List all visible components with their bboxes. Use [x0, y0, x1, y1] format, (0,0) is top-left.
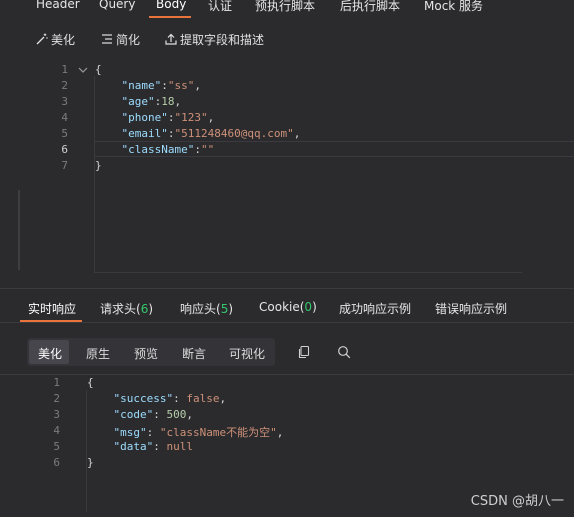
list-icon — [102, 34, 112, 44]
tab-pre-script[interactable]: 预执行脚本 — [255, 0, 315, 15]
search-icon[interactable] — [337, 345, 351, 359]
line-number: 5 — [61, 127, 68, 140]
extract-fields-button[interactable]: 提取字段和描述 — [165, 31, 264, 48]
tab-header[interactable]: Header — [36, 0, 80, 15]
request-body-line[interactable]: "className":"" — [95, 143, 215, 156]
response-body-line: "data": null — [113, 440, 194, 453]
editor-resize-handle[interactable] — [18, 190, 20, 270]
close-paren: ) — [228, 302, 234, 316]
tab-request-headers-label: 请求头( — [100, 302, 141, 316]
tab-error-example[interactable]: 错误响应示例 — [435, 300, 507, 317]
line-number: 3 — [61, 95, 68, 108]
watermark: CSDN @胡八一 — [470, 494, 564, 509]
response-body-line: "code": 500, — [113, 408, 194, 421]
line-number: 7 — [61, 159, 68, 172]
response-body-line: "success": false, — [113, 392, 227, 405]
line-number: 3 — [53, 408, 60, 421]
response-view-switch: 美化 原生 预览 断言 可视化 — [27, 338, 275, 366]
tab-request-headers[interactable]: 请求头(6) — [100, 300, 153, 317]
close-paren: ) — [312, 300, 317, 314]
view-visualize[interactable]: 可视化 — [229, 345, 265, 362]
tab-cookie-label: Cookie( — [259, 300, 305, 314]
request-body-line[interactable]: } — [95, 159, 102, 172]
response-body-line: } — [87, 456, 94, 469]
response-body-line: { — [87, 376, 94, 389]
response-body-line: "msg": "className不能为空", — [113, 426, 284, 439]
fold-chevron-icon[interactable] — [77, 65, 89, 75]
request-body-line[interactable]: "email":"511248460@qq.com", — [95, 127, 301, 140]
line-number: 4 — [61, 111, 68, 124]
line-number: 2 — [61, 79, 68, 92]
simplify-label: 简化 — [116, 33, 141, 47]
line-number: 2 — [53, 392, 60, 405]
upload-icon — [165, 33, 177, 45]
tab-body[interactable]: Body — [156, 0, 186, 15]
panel-divider[interactable] — [0, 288, 574, 289]
tab-cookie[interactable]: Cookie(0) — [259, 300, 317, 314]
beautify-button[interactable]: 美化 — [36, 31, 75, 48]
simplify-button[interactable]: 简化 — [101, 31, 140, 48]
active-tab-indicator — [149, 16, 191, 18]
tab-response-headers[interactable]: 响应头(5) — [180, 300, 233, 317]
line-number-active: 6 — [61, 143, 68, 156]
line-number: 1 — [53, 376, 60, 389]
view-beautify[interactable]: 美化 — [38, 345, 62, 362]
line-number: 5 — [53, 440, 60, 453]
tab-query[interactable]: Query — [99, 0, 135, 15]
line-number: 4 — [53, 424, 60, 437]
request-body-line[interactable]: "name":"ss", — [95, 79, 202, 92]
request-body-line[interactable]: { — [95, 63, 102, 76]
response-tabs-border — [0, 322, 574, 323]
editor-bottom-border — [94, 272, 522, 273]
tab-auth[interactable]: 认证 — [208, 0, 232, 15]
beautify-label: 美化 — [51, 33, 76, 47]
view-assert[interactable]: 断言 — [182, 345, 206, 362]
tab-response-headers-label: 响应头( — [180, 302, 221, 316]
tab-post-script[interactable]: 后执行脚本 — [340, 0, 400, 15]
close-paren: ) — [148, 302, 154, 316]
line-number: 1 — [61, 63, 68, 76]
tab-realtime-response[interactable]: 实时响应 — [28, 300, 76, 317]
cookie-count: 0 — [304, 300, 313, 314]
tab-success-example[interactable]: 成功响应示例 — [339, 300, 411, 317]
view-preview[interactable]: 预览 — [134, 345, 158, 362]
copy-icon[interactable] — [297, 345, 311, 359]
magic-wand-icon — [36, 33, 48, 45]
request-body-line[interactable]: "phone":"123", — [95, 111, 215, 124]
view-raw[interactable]: 原生 — [86, 345, 110, 362]
line-number: 6 — [53, 456, 60, 469]
extract-fields-label: 提取字段和描述 — [180, 33, 265, 47]
tab-mock-service[interactable]: Mock 服务 — [424, 0, 483, 15]
response-toolbar-border — [0, 374, 574, 375]
request-body-line[interactable]: "age":18, — [95, 95, 182, 108]
